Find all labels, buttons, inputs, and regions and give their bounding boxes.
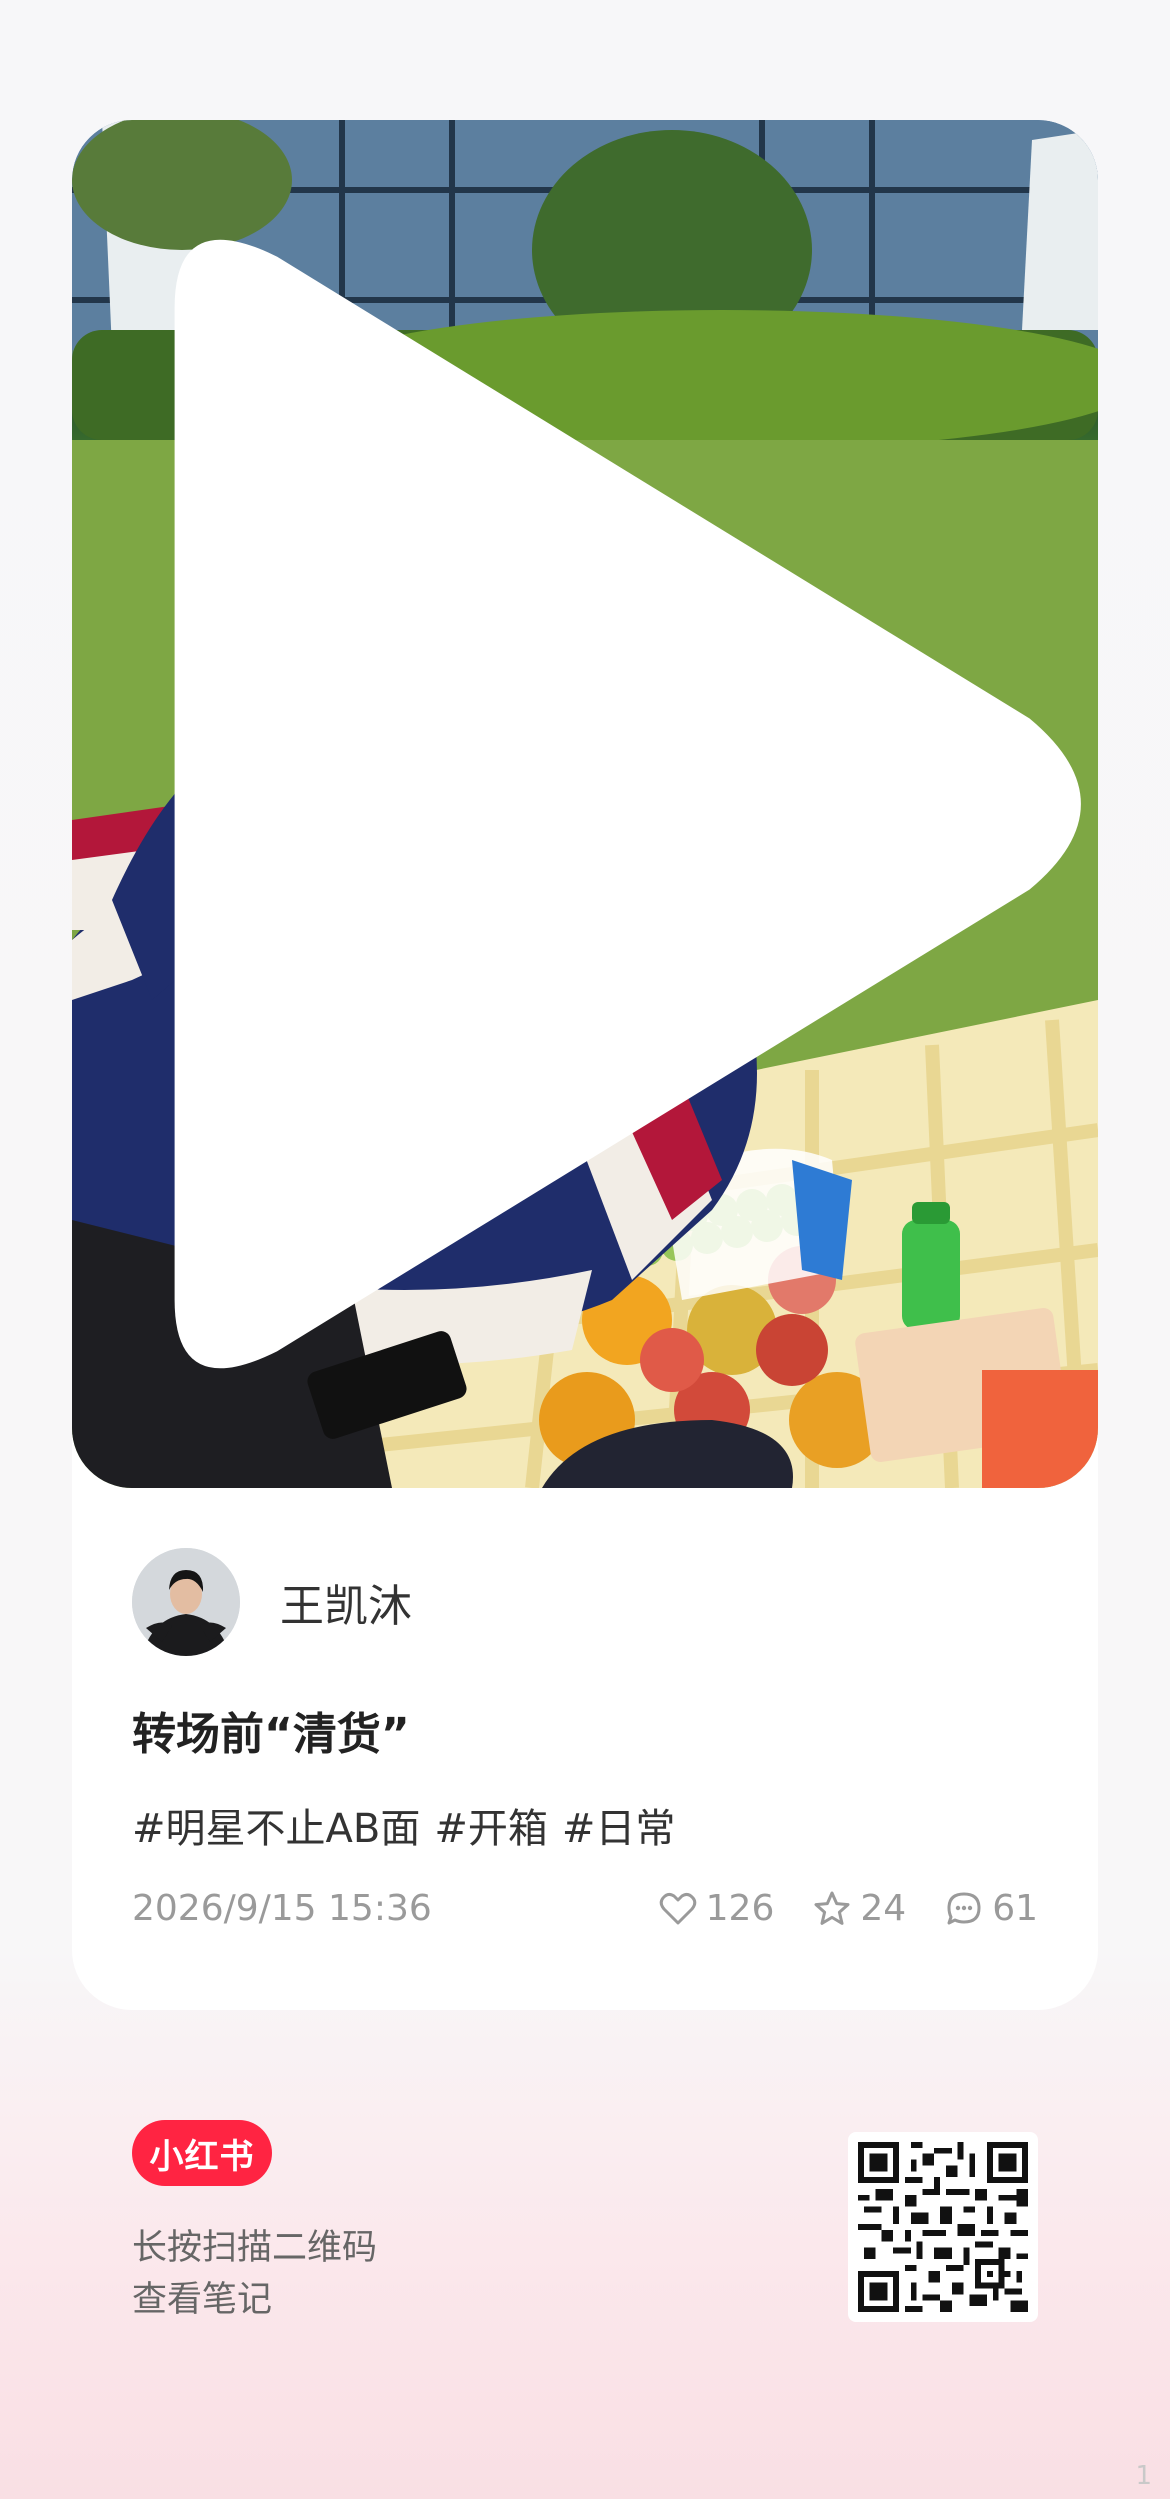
author-row[interactable]: 王凯沐: [132, 1548, 412, 1656]
post-title: 转场前“清货”: [132, 1709, 410, 1760]
author-name[interactable]: 王凯沐: [280, 1570, 412, 1634]
video-cover[interactable]: [72, 120, 1098, 1488]
scan-hint-line: 查看笔记: [132, 2280, 273, 2320]
avatar[interactable]: [132, 1548, 240, 1656]
scan-hint-line: 长按扫描二维码: [132, 2228, 378, 2268]
brand-logo: 小红书: [132, 2120, 272, 2186]
tag[interactable]: #明星不止AB面: [132, 1796, 420, 1854]
comment-icon: [947, 1892, 981, 1924]
heart-icon: [659, 1892, 696, 1924]
tag[interactable]: #日常: [562, 1796, 676, 1854]
star-icon: [814, 1891, 850, 1925]
qr-code-icon: [858, 2142, 1028, 2312]
stats-group: 126 24 61: [658, 1888, 1038, 1929]
collect-count: 24: [860, 1888, 907, 1929]
comment-count: 61: [992, 1888, 1038, 1929]
collect-stat[interactable]: 24: [812, 1888, 906, 1929]
meta-row: 2026/9/15 15:36 126 24 61: [132, 1888, 1038, 1929]
comment-stat[interactable]: 61: [944, 1888, 1038, 1929]
qr-code[interactable]: [848, 2132, 1038, 2322]
tag-list: #明星不止AB面 #开箱 #日常: [132, 1796, 675, 1854]
note-card[interactable]: 王凯沐 转场前“清货” #明星不止AB面 #开箱 #日常 2026/9/15 1…: [72, 120, 1098, 2010]
like-stat[interactable]: 126: [658, 1888, 775, 1929]
page-indicator: 1: [1135, 2461, 1152, 2491]
play-icon[interactable]: [72, 120, 1098, 1488]
post-timestamp: 2026/9/15 15:36: [132, 1888, 432, 1929]
like-count: 126: [705, 1888, 775, 1929]
tag[interactable]: #开箱: [434, 1796, 548, 1854]
scan-hint: 长按扫描二维码 查看笔记: [132, 2222, 377, 2326]
